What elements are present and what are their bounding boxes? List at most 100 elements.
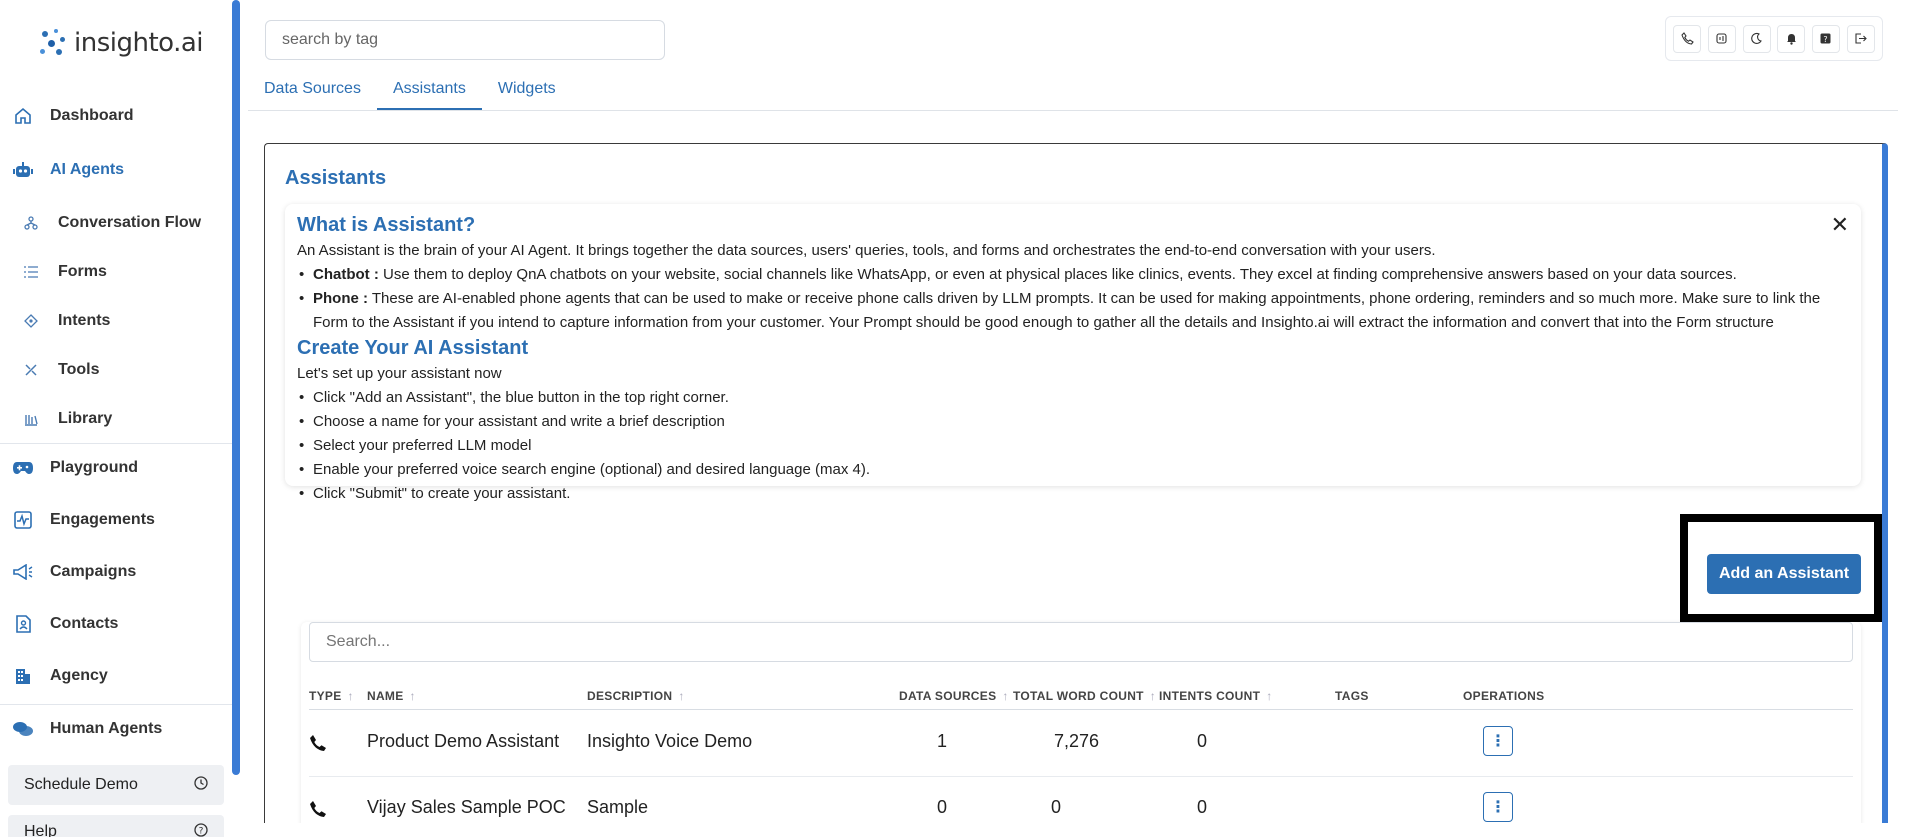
- help-label: Help: [24, 823, 57, 837]
- schedule-demo-label: Schedule Demo: [24, 776, 138, 793]
- help-icon[interactable]: ?: [1811, 24, 1840, 53]
- svg-text:?: ?: [1824, 35, 1828, 44]
- phone-label: Phone :: [313, 290, 368, 307]
- sidebar-item-campaigns[interactable]: Campaigns: [0, 552, 232, 592]
- column-header-operations: OPERATIONS: [1463, 689, 1545, 703]
- column-header-label: TYPE: [309, 689, 342, 703]
- library-icon: [20, 408, 42, 430]
- sidebar-item-playground[interactable]: Playground: [0, 448, 232, 488]
- phone-icon: [309, 734, 327, 757]
- chatbot-item: Chatbot : Use them to deploy QnA chatbot…: [297, 263, 1849, 287]
- create-step: Click "Add an Assistant", the blue butto…: [297, 386, 1849, 410]
- assistant-name[interactable]: Product Demo Assistant: [367, 731, 559, 752]
- info-card: ✕ What is Assistant? An Assistant is the…: [285, 204, 1861, 506]
- sidebar-item-label: Human Agents: [50, 720, 163, 737]
- phone-icon: [309, 800, 327, 823]
- sidebar-item-library[interactable]: Library: [0, 399, 232, 439]
- bell-icon[interactable]: [1777, 24, 1806, 53]
- moon-icon[interactable]: [1742, 24, 1771, 53]
- assistant-name[interactable]: Vijay Sales Sample POC: [367, 797, 566, 818]
- row-menu-button[interactable]: ⋮: [1483, 726, 1513, 756]
- chatbot-text: Use them to deploy QnA chatbots on your …: [378, 266, 1737, 283]
- sidebar-item-ai-agents[interactable]: AI Agents: [0, 150, 232, 190]
- chat-icon: [12, 718, 34, 740]
- sidebar-item-forms[interactable]: Forms: [0, 252, 232, 292]
- building-icon: [12, 665, 34, 687]
- sidebar-item-intents[interactable]: Intents: [0, 301, 232, 341]
- column-header-intents-count[interactable]: INTENTS COUNT ↑: [1159, 689, 1273, 703]
- sort-arrow-icon: ↑: [347, 689, 354, 703]
- row-menu-button[interactable]: ⋮: [1483, 792, 1513, 822]
- create-step: Enable your preferred voice search engin…: [297, 458, 1849, 482]
- schedule-demo-button[interactable]: Schedule Demo: [8, 765, 224, 805]
- sidebar-item-label: Library: [58, 410, 113, 427]
- sidebar-item-label: Tools: [58, 361, 100, 378]
- add-assistant-button[interactable]: Add an Assistant: [1707, 554, 1861, 594]
- create-assistant-heading: Create Your AI Assistant: [297, 337, 529, 359]
- list-icon: [20, 261, 42, 283]
- tag-search-input[interactable]: [265, 20, 665, 60]
- sort-arrow-icon: ↑: [678, 689, 685, 703]
- sidebar-item-dashboard[interactable]: Dashboard: [0, 96, 232, 136]
- tab-assistants[interactable]: Assistants: [376, 72, 482, 110]
- column-header-tags: TAGS: [1335, 689, 1369, 703]
- create-step: Select your preferred LLM model: [297, 434, 1849, 458]
- assistants-table: TYPE ↑ NAME ↑ DESCRIPTION ↑ DATA SOURCES ↑ T…: [301, 622, 1861, 823]
- column-header-data-sources[interactable]: DATA SOURCES ↑: [899, 689, 1009, 703]
- voice-icon[interactable]: [1707, 24, 1736, 53]
- tab-widgets[interactable]: Widgets: [482, 72, 572, 110]
- sidebar-item-label: Conversation Flow: [58, 214, 202, 231]
- column-header-label: DATA SOURCES: [899, 689, 997, 703]
- sidebar-item-conversation-flow[interactable]: Conversation Flow: [0, 203, 232, 243]
- flow-icon: [20, 212, 42, 234]
- help-button[interactable]: Help ?: [8, 815, 224, 837]
- table-search-input[interactable]: [309, 622, 1853, 662]
- sidebar-item-human-agents[interactable]: Human Agents: [0, 709, 232, 749]
- sidebar-item-engagements[interactable]: Engagements: [0, 500, 232, 540]
- robot-icon: [12, 159, 34, 181]
- intents-count: 0: [1197, 797, 1208, 817]
- sidebar-item-label: Playground: [50, 459, 139, 476]
- sidebar-item-label: Contacts: [50, 615, 119, 632]
- column-header-name[interactable]: NAME ↑: [367, 689, 416, 703]
- sidebar-item-agency[interactable]: Agency: [0, 656, 232, 696]
- logout-icon[interactable]: [1846, 24, 1875, 53]
- sidebar-item-label: Dashboard: [50, 107, 134, 124]
- sidebar: insighto.ai Dashboard AI Agents Conversa…: [0, 0, 232, 837]
- tab-data-sources[interactable]: Data Sources: [248, 72, 377, 110]
- create-step: Click "Submit" to create your assistant.: [297, 482, 1849, 506]
- data-sources-count: 1: [937, 731, 948, 751]
- assistant-types-list: Chatbot : Use them to deploy QnA chatbot…: [297, 263, 1849, 335]
- contact-icon: [12, 613, 34, 635]
- svg-text:?: ?: [199, 827, 204, 837]
- sidebar-item-label: Engagements: [50, 511, 155, 528]
- logo[interactable]: insighto.ai: [40, 28, 204, 58]
- tabs-divider: [248, 110, 1898, 111]
- sidebar-item-contacts[interactable]: Contacts: [0, 604, 232, 644]
- word-count: 0: [1051, 797, 1062, 817]
- chart-icon: [12, 509, 34, 531]
- column-header-label: TOTAL WORD COUNT: [1013, 689, 1144, 703]
- sort-arrow-icon: ↑: [1266, 689, 1273, 703]
- close-icon[interactable]: ✕: [1831, 212, 1849, 238]
- sidebar-scrollbar[interactable]: [232, 0, 240, 775]
- help-circle-icon: ?: [194, 823, 208, 837]
- logo-text: insighto.ai: [74, 28, 204, 58]
- sidebar-item-label: Forms: [58, 263, 107, 280]
- assistants-panel: Assistants ✕ What is Assistant? An Assis…: [264, 143, 1888, 823]
- sidebar-item-label: Intents: [58, 312, 111, 329]
- column-header-description[interactable]: DESCRIPTION ↑: [587, 689, 685, 703]
- column-header-total-word-count[interactable]: TOTAL WORD COUNT ↑: [1013, 689, 1156, 703]
- sidebar-divider: [0, 443, 232, 444]
- sort-arrow-icon: ↑: [1002, 689, 1009, 703]
- phone-icon[interactable]: [1673, 24, 1702, 53]
- column-header-label: INTENTS COUNT: [1159, 689, 1261, 703]
- phone-text: These are AI-enabled phone agents that c…: [313, 290, 1821, 331]
- column-header-type[interactable]: TYPE ↑: [309, 689, 354, 703]
- row-divider: [309, 776, 1853, 777]
- gamepad-icon: [12, 457, 34, 479]
- logo-mark-icon: [40, 29, 68, 57]
- sort-arrow-icon: ↑: [409, 689, 416, 703]
- sidebar-item-tools[interactable]: Tools: [0, 350, 232, 390]
- clock-icon: [194, 775, 208, 795]
